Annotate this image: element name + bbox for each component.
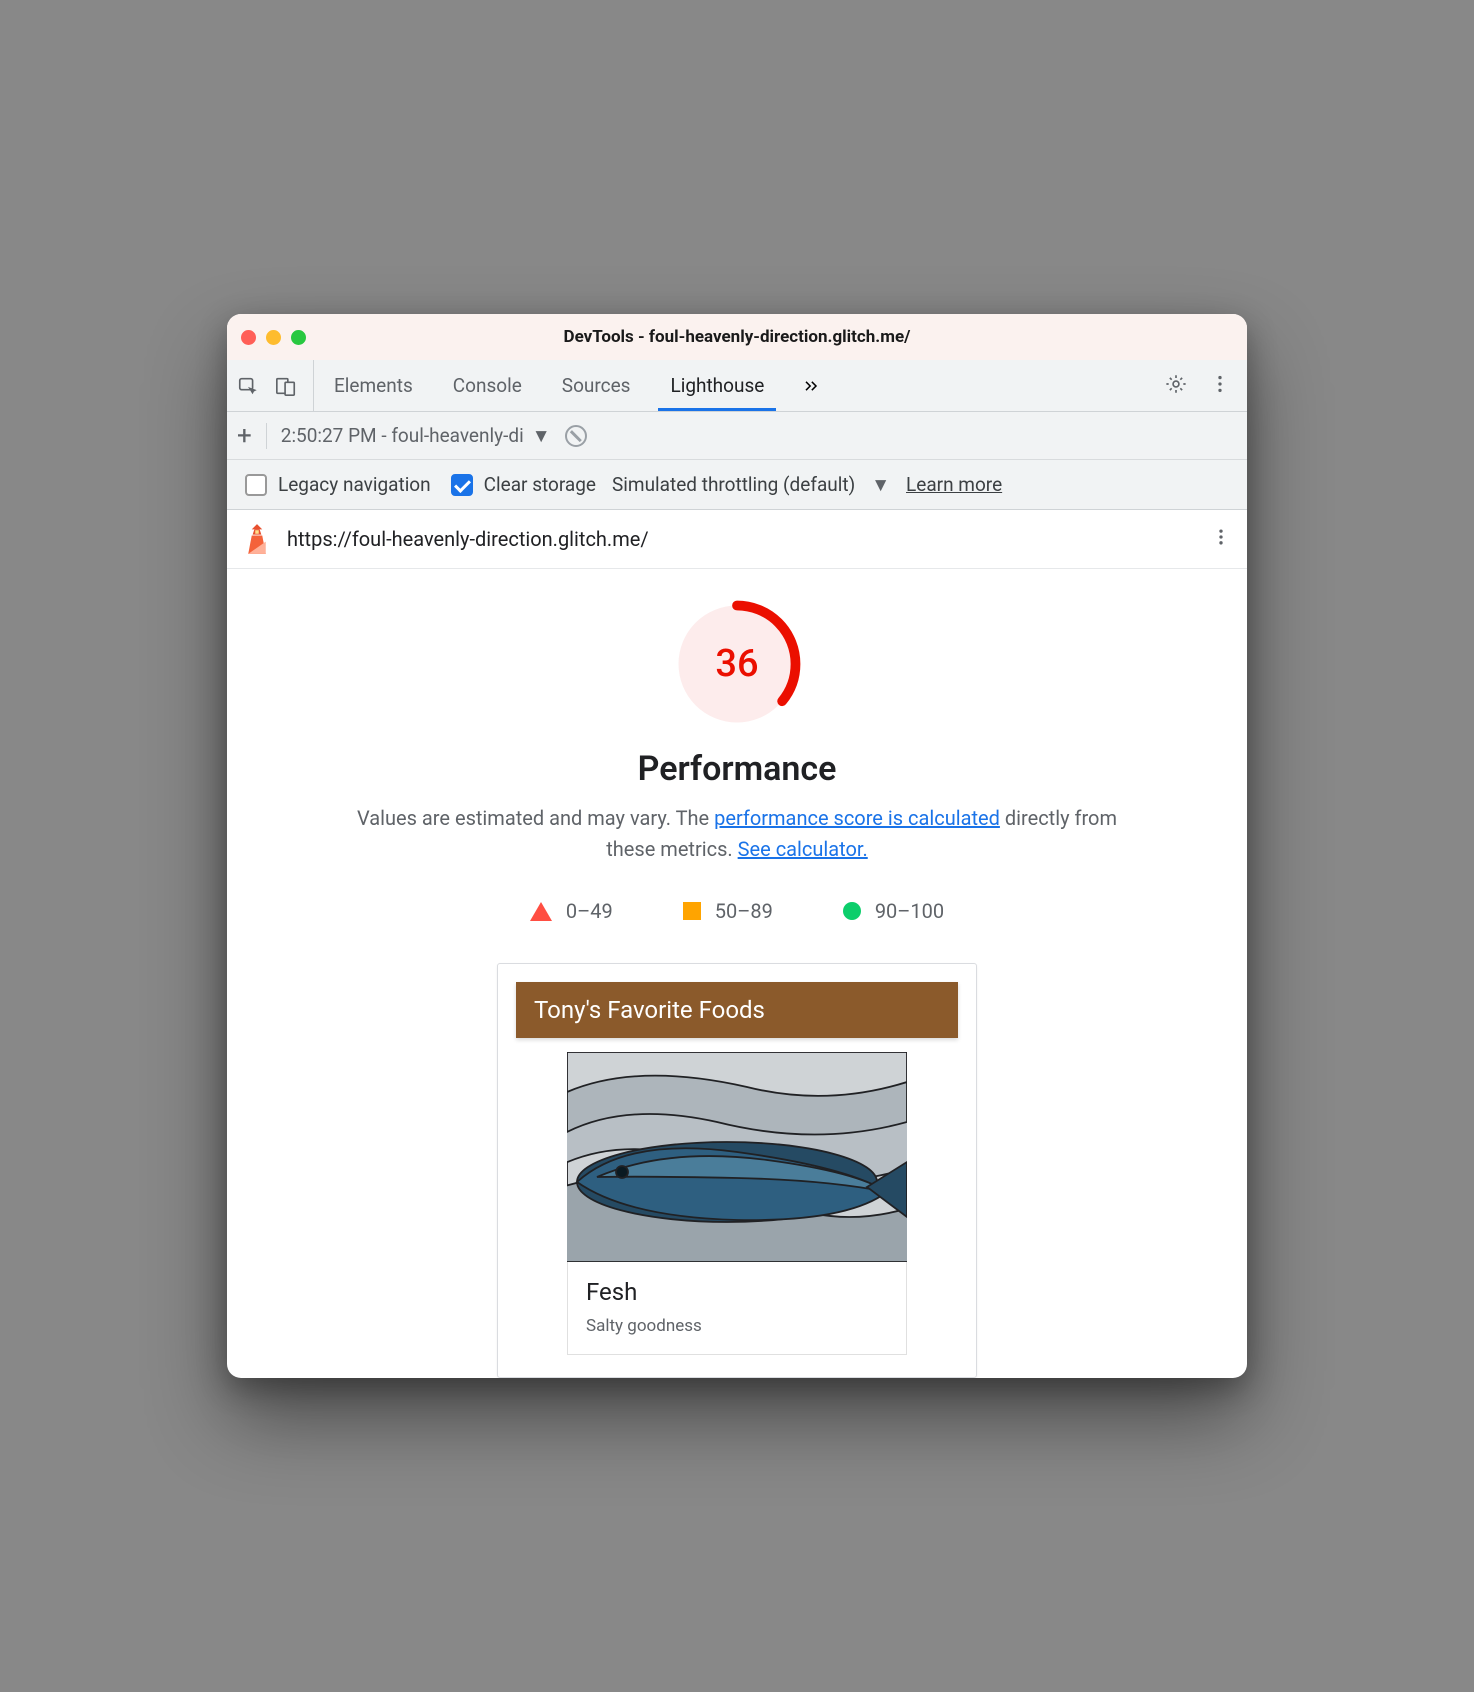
throttling-label: Simulated throttling (default) — [612, 473, 855, 496]
legend-low-label: 0–49 — [566, 899, 613, 923]
devtools-tabbar: Elements Console Sources Lighthouse — [227, 360, 1247, 412]
legend-high: 90–100 — [843, 899, 944, 923]
clear-report-icon[interactable] — [565, 425, 587, 447]
devtools-window: DevTools - foul-heavenly-direction.glitc… — [227, 314, 1247, 1378]
report-selector[interactable]: 2:50:27 PM - foul-heavenly-di ▼ — [281, 424, 551, 448]
score-value: 36 — [672, 599, 802, 729]
screenshot-preview-card: Tony's Favorite Foods Fe — [497, 963, 977, 1378]
titlebar: DevTools - foul-heavenly-direction.glitc… — [227, 314, 1247, 360]
device-toggle-icon[interactable] — [275, 375, 297, 397]
inspect-icon[interactable] — [237, 375, 259, 397]
clear-storage-option[interactable]: Clear storage — [447, 471, 596, 499]
preview-header: Tony's Favorite Foods — [516, 982, 958, 1038]
close-window-button[interactable] — [241, 330, 256, 345]
lighthouse-icon — [243, 524, 271, 554]
kebab-menu-icon[interactable] — [1209, 373, 1231, 399]
settings-icon[interactable] — [1165, 373, 1187, 399]
report-url-row: https://foul-heavenly-direction.glitch.m… — [227, 510, 1247, 569]
throttling-selector[interactable]: Simulated throttling (default) — [612, 473, 855, 496]
zoom-window-button[interactable] — [291, 330, 306, 345]
clear-storage-label: Clear storage — [484, 473, 596, 496]
score-calc-link[interactable]: performance score is calculated — [714, 806, 1000, 830]
report-selector-label: 2:50:27 PM - foul-heavenly-di — [281, 424, 524, 447]
preview-item-title: Fesh — [586, 1278, 888, 1306]
legend-mid-label: 50–89 — [715, 899, 773, 923]
traffic-lights — [241, 330, 306, 345]
legacy-navigation-label: Legacy navigation — [278, 473, 431, 496]
score-legend: 0–49 50–89 90–100 — [247, 899, 1227, 923]
more-tabs-button[interactable] — [784, 360, 824, 411]
legacy-navigation-checkbox[interactable] — [245, 474, 267, 496]
preview-item: Fesh Salty goodness — [567, 1262, 907, 1355]
tab-sources[interactable]: Sources — [542, 360, 651, 411]
tab-console[interactable]: Console — [433, 360, 542, 411]
report-menu-icon[interactable] — [1211, 526, 1231, 552]
window-title: DevTools - foul-heavenly-direction.glitc… — [227, 314, 1247, 360]
lighthouse-options: Legacy navigation Clear storage Simulate… — [227, 460, 1247, 510]
chevron-down-icon: ▼ — [532, 424, 551, 448]
legend-mid: 50–89 — [683, 899, 773, 923]
lighthouse-report: 36 Performance Values are estimated and … — [227, 569, 1247, 1378]
report-url: https://foul-heavenly-direction.glitch.m… — [287, 527, 649, 551]
triangle-icon — [530, 902, 552, 921]
tab-lighthouse[interactable]: Lighthouse — [650, 360, 784, 411]
calculator-link[interactable]: See calculator. — [738, 837, 868, 861]
legacy-navigation-option[interactable]: Legacy navigation — [241, 471, 431, 499]
legend-high-label: 90–100 — [875, 899, 944, 923]
lighthouse-toolbar: + 2:50:27 PM - foul-heavenly-di ▼ — [227, 412, 1247, 460]
preview-item-subtitle: Salty goodness — [586, 1316, 888, 1336]
desc-text: Values are estimated and may vary. The — [357, 806, 714, 830]
circle-icon — [843, 902, 861, 920]
minimize-window-button[interactable] — [266, 330, 281, 345]
clear-storage-checkbox[interactable] — [451, 474, 473, 496]
score-description: Values are estimated and may vary. The p… — [347, 803, 1127, 865]
legend-low: 0–49 — [530, 899, 613, 923]
new-report-button[interactable]: + — [237, 423, 252, 449]
category-title: Performance — [247, 749, 1227, 789]
learn-more-link[interactable]: Learn more — [906, 473, 1002, 496]
preview-image — [567, 1052, 907, 1262]
square-icon — [683, 902, 701, 920]
tab-elements[interactable]: Elements — [314, 360, 433, 411]
score-gauge: 36 — [672, 599, 802, 729]
chevron-down-icon: ▼ — [871, 473, 890, 497]
